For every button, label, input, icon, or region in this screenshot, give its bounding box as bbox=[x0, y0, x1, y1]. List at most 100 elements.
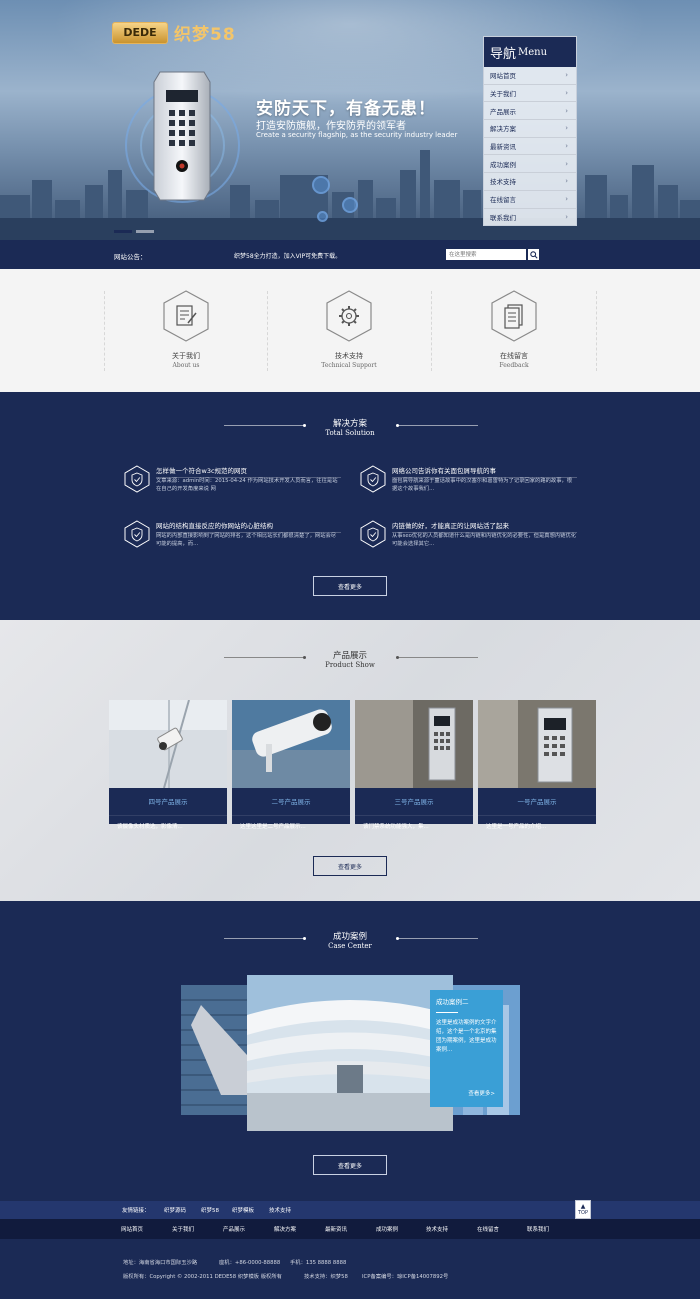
side-nav-item-news[interactable]: 最新资讯 › bbox=[484, 138, 576, 156]
product-card[interactable]: 四号产品展示 该摄像头材质选，影像清... bbox=[109, 699, 227, 830]
notice-label: 网站公告： bbox=[114, 253, 147, 261]
friend-links-label: 友情链接： bbox=[122, 1208, 150, 1214]
product-name[interactable]: 四号产品展示 bbox=[109, 796, 227, 806]
section-title: 解决方案 Total Solution bbox=[325, 419, 375, 437]
product-image-bullet-camera bbox=[232, 700, 350, 788]
feature-label-en: Technical Support bbox=[321, 362, 377, 369]
chevron-right-icon: › bbox=[565, 106, 568, 115]
side-nav-item-feedback[interactable]: 在线留言 › bbox=[484, 191, 576, 209]
site-logo[interactable]: DEDE 织梦58 bbox=[112, 20, 236, 45]
products-more-button[interactable]: 查看更多 bbox=[313, 856, 387, 876]
feature-about[interactable]: 关于我们 About us bbox=[141, 289, 231, 369]
product-image-door-panel bbox=[355, 700, 473, 788]
slider-dots bbox=[114, 230, 154, 233]
footer-nav-item[interactable]: 成功案例 bbox=[376, 1225, 398, 1233]
product-name[interactable]: 二号产品展示 bbox=[232, 796, 350, 806]
footer-phone: 座机：+86-0000-88888 bbox=[219, 1260, 281, 1266]
footer-copyright: 版权所有：Copyright © 2002-2011 DEDE58 织梦模板 版… bbox=[123, 1274, 282, 1280]
side-nav-item-products[interactable]: 产品展示 › bbox=[484, 102, 576, 121]
case-title[interactable]: 成功案例二 bbox=[436, 996, 497, 1006]
divider bbox=[596, 291, 597, 371]
solution-item[interactable]: 怎样做一个符合w3c规范的网页 文章来源：admin时间：2015-04-24 … bbox=[124, 465, 341, 501]
search-input[interactable] bbox=[446, 249, 526, 260]
hero-subtitle-en: Create a security flagship, as the secur… bbox=[256, 131, 458, 139]
search-icon bbox=[529, 250, 538, 259]
notice-message[interactable]: 织梦58全力打造，加入VIP可免费下载。 bbox=[234, 251, 341, 260]
shield-check-icon bbox=[124, 520, 150, 548]
hero-subtitle: 打造安防旗舰，作安防界的领军者 bbox=[256, 121, 406, 132]
shield-check-icon bbox=[124, 465, 150, 493]
friend-link[interactable]: 技术支持 bbox=[269, 1206, 291, 1214]
hero-title: 安防天下，有备无患！ bbox=[256, 99, 436, 119]
case-desc: 这里是成功案例的文字介绍，这个是一个北京的集团为期案例，这里是成功案例... bbox=[436, 1020, 497, 1053]
side-nav-item-cases[interactable]: 成功案例 › bbox=[484, 155, 576, 174]
footer-nav-item[interactable]: 联系我们 bbox=[527, 1225, 549, 1233]
chevron-right-icon: › bbox=[565, 195, 568, 204]
footer-info: 地址：海南省海口市国际玉沙路 座机：+86-0000-88888 手机：135 … bbox=[0, 1239, 700, 1299]
product-card[interactable]: 一号产品展示 这里是一号产品的介绍... bbox=[478, 700, 596, 830]
product-desc: 这里是一号产品的介绍... bbox=[478, 815, 596, 830]
solution-item[interactable]: 网络公司告诉你有关面包屑导航的事 面包屑导航来源于童话故事中的汉塞尔和葛雷特为了… bbox=[360, 465, 577, 501]
door-intercom-device-image bbox=[153, 71, 211, 201]
product-card[interactable]: 二号产品展示 这里这里是二号产品展示... bbox=[232, 700, 350, 830]
divider bbox=[431, 291, 432, 371]
slider-dot[interactable] bbox=[136, 230, 154, 233]
footer-nav-item[interactable]: 产品展示 bbox=[223, 1225, 245, 1233]
feature-support[interactable]: 技术支持 Technical Support bbox=[304, 289, 394, 369]
divider bbox=[436, 1012, 458, 1013]
footer-nav-item[interactable]: 最新资讯 bbox=[325, 1225, 347, 1233]
solution-desc: 面包屑导航来源于童话故事中的汉塞尔和葛雷特为了记录回家的路的故事，根据这个故事我… bbox=[392, 478, 573, 492]
side-nav-item-solutions[interactable]: 解决方案 › bbox=[484, 120, 576, 138]
case-image-building-main[interactable] bbox=[247, 975, 453, 1131]
footer-address: 地址：海南省海口市国际玉沙路 bbox=[123, 1260, 198, 1266]
cases-more-button[interactable]: 查看更多 bbox=[313, 1155, 387, 1175]
solution-desc: 网站的内部直接影响到了网站的排名，这个相比站长们都很清楚了，网站会尽可能的提高，… bbox=[156, 533, 337, 547]
footer-icp: ICP备案编号：琼ICP备14007892号 bbox=[362, 1274, 449, 1280]
chevron-right-icon: › bbox=[565, 89, 568, 98]
search-button[interactable] bbox=[528, 249, 539, 260]
case-image-building-left[interactable] bbox=[181, 985, 247, 1115]
footer-nav-item[interactable]: 关于我们 bbox=[172, 1225, 194, 1233]
feature-links: 关于我们 About us 技术支持 Technical Support 在线留… bbox=[0, 269, 700, 392]
feature-label: 技术支持 bbox=[335, 352, 363, 360]
friend-link[interactable]: 织梦模板 bbox=[232, 1206, 254, 1214]
product-name[interactable]: 三号产品展示 bbox=[355, 796, 473, 806]
slider-dot[interactable] bbox=[114, 230, 132, 233]
feature-label: 在线留言 bbox=[500, 352, 528, 360]
footer-nav-item[interactable]: 技术支持 bbox=[426, 1225, 448, 1233]
feature-label: 关于我们 bbox=[172, 352, 200, 360]
hero-bubble-2 bbox=[342, 197, 358, 213]
feature-feedback[interactable]: 在线留言 Feedback bbox=[469, 289, 559, 369]
side-nav-item-home[interactable]: 网站首页 › bbox=[484, 67, 576, 85]
footer-nav-item[interactable]: 解决方案 bbox=[274, 1225, 296, 1233]
document-edit-icon bbox=[163, 290, 209, 342]
divider bbox=[104, 291, 105, 371]
friend-link[interactable]: 织梦58 bbox=[201, 1206, 219, 1214]
footer-nav: 网站首页 关于我们 产品展示 解决方案 最新资讯 成功案例 技术支持 在线留言 … bbox=[0, 1219, 700, 1239]
solution-item[interactable]: 内链做的好，才能真正的让网站活了起来 从事seo优化的人员都知道什么是内链和内链… bbox=[360, 520, 577, 556]
footer-nav-item[interactable]: 在线留言 bbox=[477, 1225, 499, 1233]
side-nav-item-support[interactable]: 技术支持 › bbox=[484, 173, 576, 191]
case-more-link[interactable]: 查看更多> bbox=[468, 1089, 495, 1097]
logo-text: 织梦58 bbox=[174, 25, 236, 45]
back-to-top-button[interactable]: ▲ TOP bbox=[575, 1200, 591, 1219]
case-info-card[interactable]: 成功案例二 这里是成功案例的文字介绍，这个是一个北京的集团为期案例，这里是成功案… bbox=[430, 990, 503, 1107]
solutions-more-button[interactable]: 查看更多 bbox=[313, 576, 387, 596]
section-title: 成功案例 Case Center bbox=[328, 932, 372, 950]
friend-link[interactable]: 织梦源码 bbox=[164, 1206, 186, 1214]
side-nav-menu: 导航 Menu 网站首页 › 关于我们 › 产品展示 › 解决方案 › 最新资讯 › 成功… bbox=[483, 36, 577, 226]
side-nav-item-contact[interactable]: 联系我们 › bbox=[484, 209, 576, 227]
product-card[interactable]: 三号产品展示 该门禁系统功能强大，集... bbox=[355, 700, 473, 830]
footer-nav-item[interactable]: 网站首页 bbox=[121, 1225, 143, 1233]
solution-item[interactable]: 网站的结构直接反应的你网站的心脏结构 网站的内部直接影响到了网站的排名，这个相比… bbox=[124, 520, 341, 556]
message-document-icon bbox=[491, 290, 537, 342]
hero-banner: DEDE 织梦58 安防天下，有备无患！ 打造安防旗舰，作安防界的领军者 Cre… bbox=[0, 0, 700, 240]
product-name[interactable]: 一号产品展示 bbox=[478, 796, 596, 806]
chevron-right-icon: › bbox=[565, 124, 568, 133]
chevron-right-icon: › bbox=[565, 213, 568, 222]
chevron-right-icon: › bbox=[565, 142, 568, 151]
shield-check-icon bbox=[360, 465, 386, 493]
hero-bubble-3 bbox=[317, 211, 328, 222]
product-desc: 该门禁系统功能强大，集... bbox=[355, 815, 473, 830]
side-nav-item-about[interactable]: 关于我们 › bbox=[484, 85, 576, 103]
